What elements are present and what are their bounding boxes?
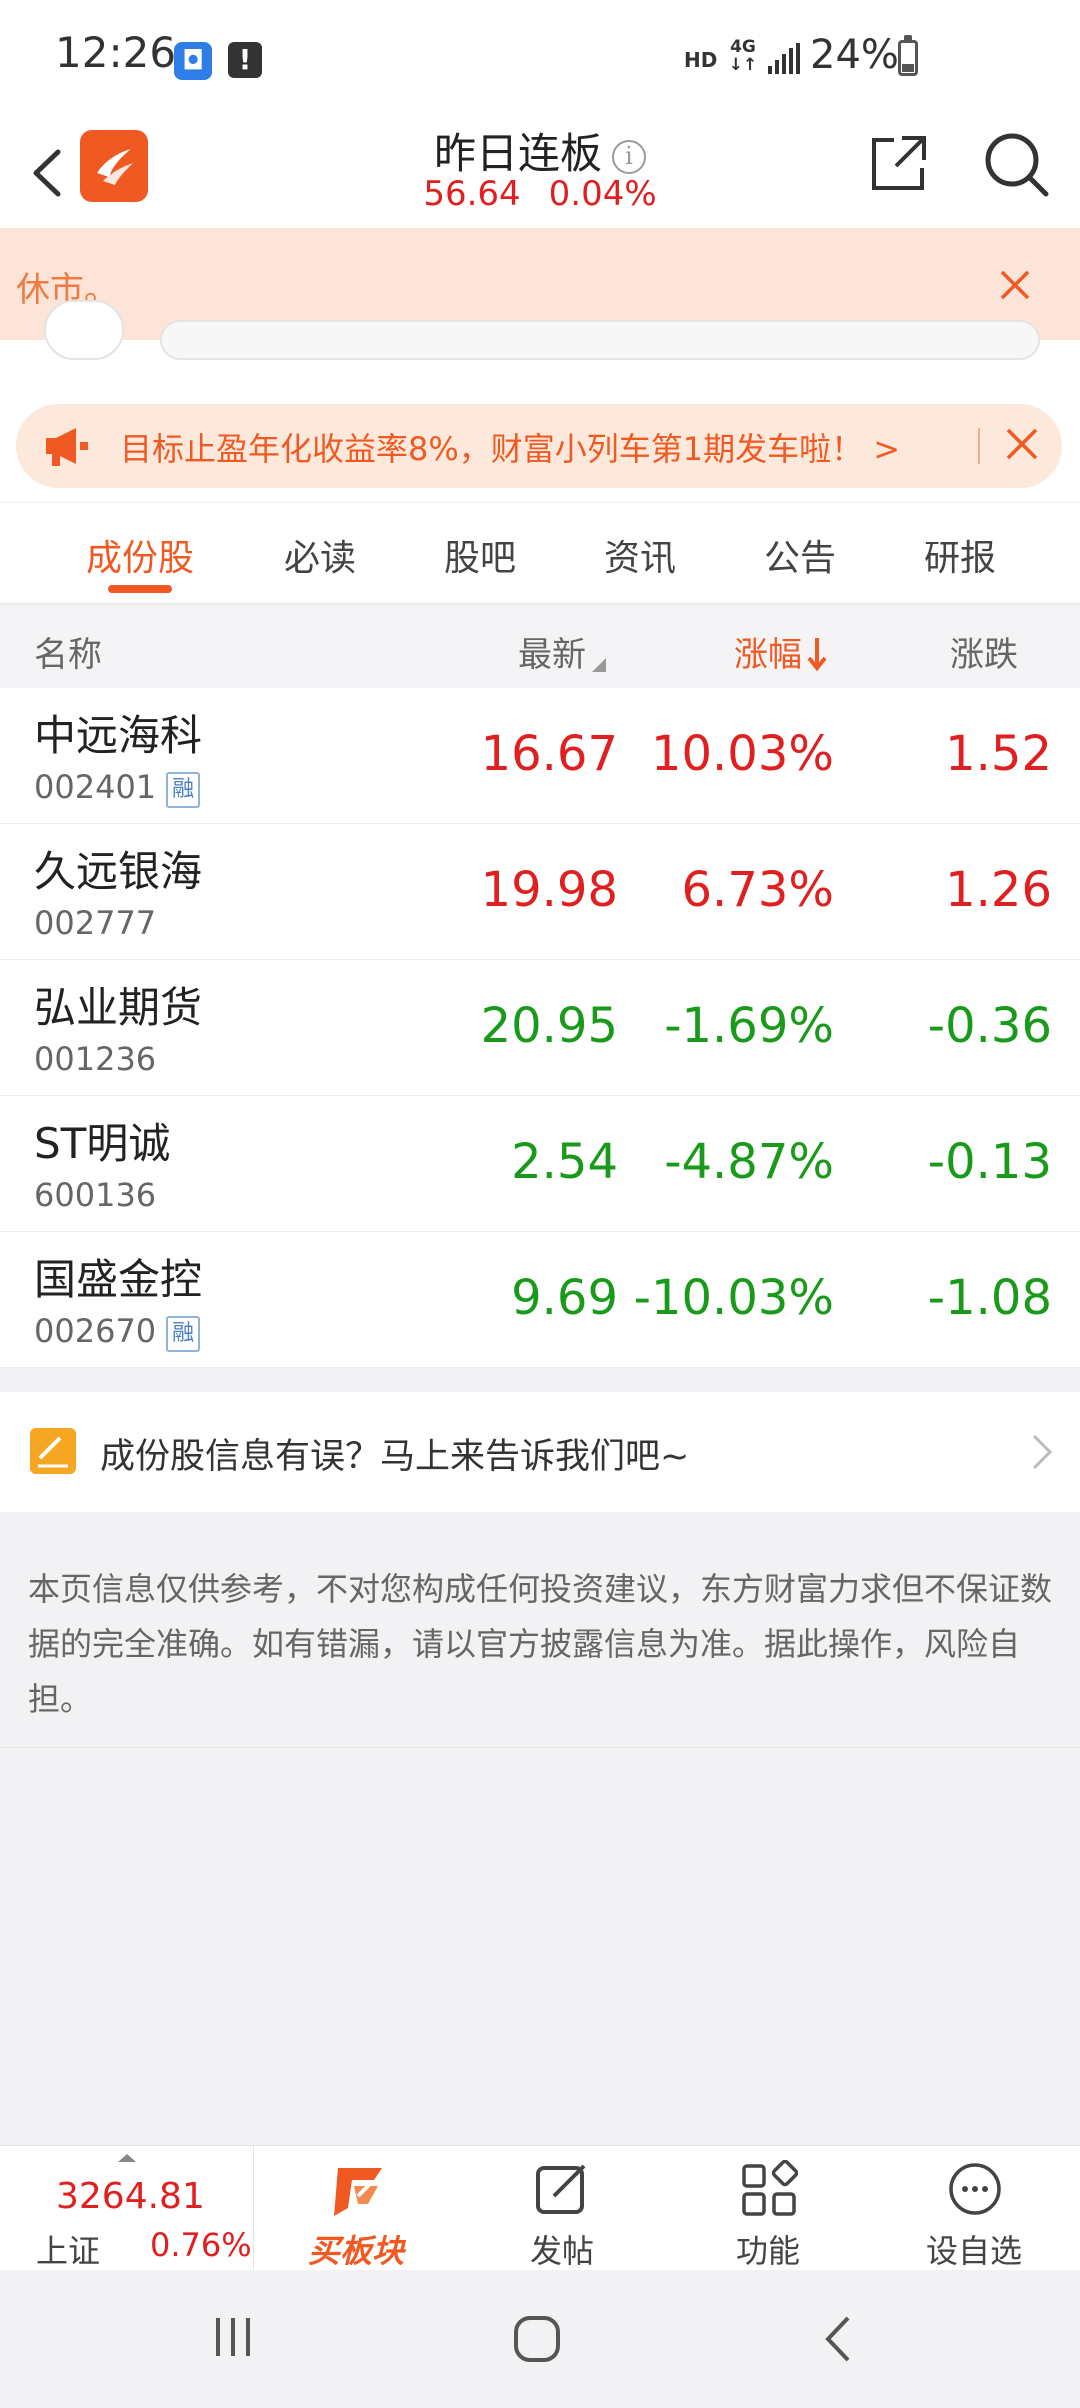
tab-research[interactable]: 研报 <box>880 529 1040 581</box>
signal-icon <box>768 43 800 74</box>
buy-sector-label: 买板块 <box>307 2232 404 2270</box>
latest-price: 9.69 <box>511 1270 618 1326</box>
tab-bar: 成份股 必读 股吧 资讯 公告 研报 <box>0 502 1080 602</box>
page-title: 昨日连板 <box>433 129 602 178</box>
column-header-chg[interactable]: 涨跌 <box>950 627 1018 676</box>
latest-price: 19.98 <box>480 862 618 918</box>
index-change-pct: 0.04% <box>548 174 657 214</box>
table-row[interactable]: 中远海科 002401 融 16.67 10.03% 1.52 <box>0 688 1080 824</box>
recent-apps-icon[interactable] <box>210 2314 256 2360</box>
index-ticker[interactable]: 3264.81 上证 0.76% <box>0 2146 254 2271</box>
share-icon[interactable] <box>866 130 932 196</box>
buy-sector-button[interactable]: 买板块 <box>256 2146 456 2271</box>
hidden-toolbar-edge <box>0 300 1080 370</box>
change-amount: -1.08 <box>927 1270 1052 1326</box>
tab-forum[interactable]: 股吧 <box>400 529 560 581</box>
promo-text: 目标止盈年化收益率8%，财富小列车第1期发车啦！ > <box>120 430 901 468</box>
stock-name: 中远海科 <box>34 711 203 760</box>
feedback-text: 成份股信息有误？马上来告诉我们吧~ <box>100 1437 690 1477</box>
table-row[interactable]: 弘业期货 001236 20.95 -1.69% -0.36 <box>0 960 1080 1096</box>
column-header-name: 名称 <box>34 635 102 675</box>
status-bar: 12:26 ◘ ! HD 4G ↓↑ 24% <box>0 0 1080 120</box>
tab-must-read[interactable]: 必读 <box>240 529 400 581</box>
column-header-latest[interactable]: 最新 <box>518 627 606 676</box>
change-pct: -10.03% <box>633 1270 834 1326</box>
add-watchlist-label: 设自选 <box>925 2232 1022 2270</box>
battery-percent: 24% <box>810 32 899 78</box>
tab-news[interactable]: 资讯 <box>560 529 720 581</box>
disclaimer-text: 本页信息仅供参考，不对您构成任何投资建议，东方财富力求但不保证数据的完全准确。如… <box>28 1570 1053 1718</box>
stock-code: 002401 <box>34 768 157 806</box>
search-icon[interactable] <box>980 128 1052 200</box>
back-nav-icon[interactable] <box>820 2314 856 2364</box>
index-pct: 0.76% <box>150 2226 252 2264</box>
compose-icon <box>536 2164 586 2214</box>
add-watchlist-button[interactable]: 设自选 <box>874 2146 1074 2271</box>
stock-code: 600136 <box>34 1176 157 1214</box>
disclaimer: 本页信息仅供参考，不对您构成任何投资建议，东方财富力求但不保证数据的完全准确。如… <box>0 1512 1080 1748</box>
functions-button[interactable]: 功能 <box>668 2146 868 2271</box>
promo-area: 目标止盈年化收益率8%，财富小列车第1期发车啦！ > <box>0 370 1080 502</box>
change-pct: -1.69% <box>664 998 834 1054</box>
promo-banner[interactable]: 目标止盈年化收益率8%，财富小列车第1期发车啦！ > <box>16 404 1062 488</box>
table-row[interactable]: 久远银海 002777 19.98 6.73% 1.26 <box>0 824 1080 960</box>
app-header: 昨日连板 i 56.64 0.04% <box>0 120 1080 230</box>
info-icon[interactable]: i <box>612 140 646 174</box>
chevron-right-icon <box>1032 1434 1053 1470</box>
change-amount: -0.36 <box>927 998 1052 1054</box>
battery-icon <box>898 35 918 76</box>
latest-price: 20.95 <box>480 998 618 1054</box>
change-pct: 10.03% <box>650 726 834 782</box>
bottom-nav: 3264.81 上证 0.76% 买板块 发帖 功能 设自选 <box>0 2145 1080 2271</box>
tab-constituents[interactable]: 成份股 <box>60 529 220 581</box>
close-icon[interactable] <box>1000 422 1044 466</box>
change-pct: 6.73% <box>681 862 834 918</box>
more-circle-icon <box>949 2163 1001 2215</box>
change-pct: -4.87% <box>664 1134 834 1190</box>
change-amount: 1.52 <box>945 726 1052 782</box>
table-row[interactable]: ST明诚 600136 2.54 -4.87% -0.13 <box>0 1096 1080 1232</box>
status-time: 12:26 <box>55 28 177 77</box>
network-indicator: 4G ↓↑ <box>728 37 758 75</box>
home-icon[interactable] <box>512 2314 562 2364</box>
hd-indicator: HD <box>684 48 718 72</box>
sort-desc-icon <box>807 638 827 672</box>
margin-badge: 融 <box>166 1316 201 1352</box>
change-amount: 1.26 <box>945 862 1052 918</box>
expand-arrow-icon <box>118 2154 136 2162</box>
stock-code: 001236 <box>34 1040 157 1078</box>
stock-name: 国盛金控 <box>34 1255 203 1304</box>
buy-sector-icon <box>334 2168 382 2216</box>
functions-label: 功能 <box>735 2232 800 2270</box>
tab-active-indicator <box>108 585 172 593</box>
grid-icon <box>742 2160 798 2216</box>
latest-price: 16.67 <box>480 726 618 782</box>
system-nav-bar <box>0 2270 1080 2408</box>
stock-name: ST明诚 <box>34 1119 171 1168</box>
feedback-link[interactable]: 成份股信息有误？马上来告诉我们吧~ <box>0 1392 1080 1512</box>
alert-icon: ! <box>228 42 262 78</box>
column-header-pct[interactable]: 涨幅 <box>734 627 828 676</box>
post-button[interactable]: 发帖 <box>462 2146 662 2271</box>
post-label: 发帖 <box>529 2232 594 2270</box>
latest-price: 2.54 <box>511 1134 618 1190</box>
table-row[interactable]: 国盛金控 002670 融 9.69 -10.03% -1.08 <box>0 1232 1080 1368</box>
index-name: 上证 <box>36 2232 101 2270</box>
sort-corner-icon <box>592 658 606 672</box>
stock-name: 久远银海 <box>34 847 203 896</box>
margin-badge: 融 <box>166 772 201 808</box>
stock-name: 弘业期货 <box>34 983 203 1032</box>
index-price: 56.64 <box>423 174 521 214</box>
close-icon[interactable] <box>998 268 1032 302</box>
edit-note-icon <box>30 1428 76 1474</box>
stock-code: 002777 <box>34 904 157 942</box>
change-amount: -0.13 <box>927 1134 1052 1190</box>
divider <box>978 428 980 464</box>
stock-code: 002670 <box>34 1312 157 1350</box>
tab-announcements[interactable]: 公告 <box>720 529 880 581</box>
megaphone-icon <box>46 428 88 466</box>
table-header: 名称 最新 涨幅 涨跌 <box>0 604 1080 688</box>
app-notification-icon: ◘ <box>174 42 212 80</box>
index-value: 3264.81 <box>56 2176 205 2217</box>
